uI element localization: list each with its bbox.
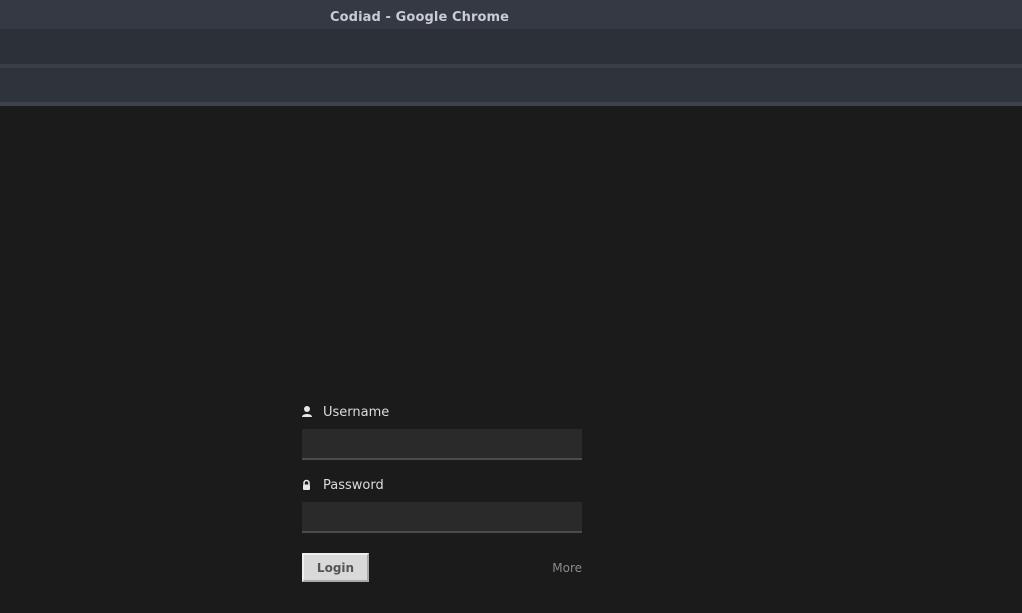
browser-toolbar: [0, 68, 1022, 102]
window-title: Codiad - Google Chrome: [330, 10, 510, 25]
password-input[interactable]: [302, 502, 582, 533]
title-bar: Codiad - Google Chrome: [0, 0, 1022, 30]
password-label-row: Password: [302, 473, 582, 497]
username-label: Username: [323, 404, 390, 420]
browser-window: Codiad - Google Chrome Username Password…: [0, 0, 1022, 613]
user-icon: [302, 405, 316, 419]
password-label: Password: [323, 477, 384, 493]
more-link[interactable]: More: [552, 561, 582, 575]
username-input[interactable]: [302, 429, 582, 460]
username-label-row: Username: [302, 400, 582, 424]
login-form: Username Password Login More: [302, 400, 582, 583]
login-button[interactable]: Login: [302, 553, 369, 582]
form-actions: Login More: [302, 553, 582, 583]
tab-strip: [0, 30, 1022, 64]
lock-icon: [302, 478, 316, 492]
field-spacer: [302, 460, 582, 473]
